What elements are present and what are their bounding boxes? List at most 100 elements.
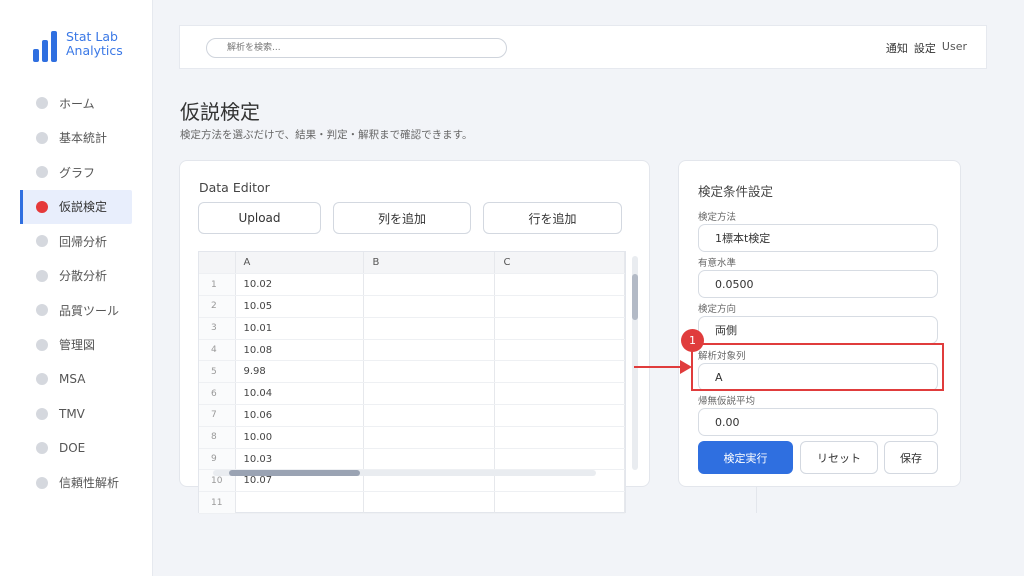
sidebar-item-label: 品質ツール: [59, 303, 120, 318]
null-mean-input[interactable]: 0.00: [698, 408, 938, 436]
sidebar-item-label: TMV: [59, 406, 85, 421]
nav-dot-icon: [36, 476, 48, 489]
cell-a[interactable]: 9.98: [235, 360, 364, 384]
divider: [756, 487, 757, 513]
table-row: 11: [199, 491, 625, 515]
column-header-b[interactable]: B: [363, 252, 495, 275]
row-number: 9: [199, 448, 236, 471]
cell-a[interactable]: 10.08: [235, 339, 364, 362]
sidebar-item-label: 仮説検定: [59, 200, 108, 215]
upload-button[interactable]: Upload: [198, 202, 321, 234]
page-subtitle: 検定方法を選ぶだけで、結果・判定・解釈まで確認できます。: [180, 129, 473, 141]
sidebar-item[interactable]: DOE: [0, 431, 153, 466]
horizontal-scroll-thumb[interactable]: [229, 470, 360, 476]
nav-dot-icon: [36, 338, 48, 351]
row-number: 6: [199, 382, 236, 406]
cell-b[interactable]: [363, 382, 495, 406]
grid-header-row: A B C: [199, 252, 625, 275]
alpha-input[interactable]: 0.0500: [698, 270, 938, 298]
cell-b[interactable]: [363, 404, 495, 427]
cell-a[interactable]: 10.06: [235, 404, 364, 427]
table-row: 3 10.01: [199, 317, 625, 340]
cell-a[interactable]: [235, 491, 364, 515]
row-number: 5: [199, 360, 236, 384]
search-input[interactable]: [206, 38, 507, 58]
user-menu[interactable]: User: [942, 40, 967, 56]
cell-b[interactable]: [363, 273, 495, 297]
cell-c[interactable]: [494, 382, 625, 406]
sidebar-item-label: グラフ: [59, 165, 96, 180]
cell-c[interactable]: [494, 317, 625, 340]
direction-label: 検定方向: [698, 304, 737, 315]
cell-c[interactable]: [494, 491, 625, 515]
notifications-link[interactable]: 通知: [886, 40, 908, 56]
save-button[interactable]: 保存: [884, 441, 938, 474]
cell-c[interactable]: [494, 339, 625, 362]
sidebar-item[interactable]: 信頼性解析: [0, 466, 153, 501]
cell-b[interactable]: [363, 360, 495, 384]
cell-b[interactable]: [363, 426, 495, 449]
sidebar-item[interactable]: 基本統計: [0, 121, 153, 156]
sidebar-nav: ホーム基本統計グラフ仮説検定回帰分析分散分析品質ツール管理図 MSA TMV DOE 信…: [0, 86, 153, 500]
highlight-box: [691, 343, 944, 391]
data-editor-title: Data Editor: [199, 180, 270, 195]
app-name: Stat Lab Analytics: [66, 29, 123, 58]
nav-dot-icon: [36, 304, 48, 317]
sidebar-item[interactable]: 管理図: [0, 328, 153, 363]
cell-b[interactable]: [363, 295, 495, 318]
row-number: 3: [199, 317, 236, 340]
cell-b[interactable]: [363, 448, 495, 471]
cell-a[interactable]: 10.01: [235, 317, 364, 340]
table-row: 4 10.08: [199, 339, 625, 362]
add-row-button[interactable]: 行を追加: [483, 202, 622, 234]
cell-b[interactable]: [363, 339, 495, 362]
table-row: 6 10.04: [199, 382, 625, 406]
nav-dot-icon: [36, 131, 48, 144]
nav-dot-icon: [36, 407, 48, 420]
method-label: 検定方法: [698, 212, 737, 223]
sidebar-item[interactable]: 品質ツール: [0, 293, 153, 328]
cell-b[interactable]: [363, 491, 495, 515]
nav-dot-icon: [36, 269, 48, 282]
vertical-scroll-thumb[interactable]: [632, 274, 638, 320]
sidebar: Stat Lab Analytics ホーム基本統計グラフ仮説検定回帰分析分散分…: [0, 0, 153, 576]
cell-c[interactable]: [494, 448, 625, 471]
top-links: 通知 設定 User: [886, 40, 967, 56]
cell-c[interactable]: [494, 273, 625, 297]
nav-dot-icon: [36, 442, 48, 455]
method-select[interactable]: 1標本t検定: [698, 224, 938, 252]
cell-a[interactable]: 10.04: [235, 382, 364, 406]
brand[interactable]: Stat Lab Analytics: [33, 30, 152, 62]
sidebar-item[interactable]: MSA: [0, 362, 153, 397]
grid-horizontal-scrollbar[interactable]: [213, 470, 596, 476]
step-badge: 1: [681, 329, 704, 352]
cell-a[interactable]: 10.03: [235, 448, 364, 471]
sidebar-item-label: 回帰分析: [59, 234, 108, 249]
cell-a[interactable]: 10.05: [235, 295, 364, 318]
cell-c[interactable]: [494, 295, 625, 318]
sidebar-item[interactable]: グラフ: [0, 155, 153, 190]
cell-a[interactable]: 10.02: [235, 273, 364, 297]
sidebar-item-label: 基本統計: [59, 131, 108, 146]
sidebar-item[interactable]: 仮説検定: [20, 189, 132, 224]
row-number: 2: [199, 295, 236, 318]
reset-button[interactable]: リセット: [800, 441, 878, 474]
cell-b[interactable]: [363, 317, 495, 340]
sidebar-item[interactable]: TMV: [0, 397, 153, 432]
nav-dot-icon: [36, 97, 48, 110]
settings-link[interactable]: 設定: [914, 40, 936, 56]
cell-c[interactable]: [494, 404, 625, 427]
sidebar-item-label: MSA: [59, 372, 86, 387]
cell-a[interactable]: 10.00: [235, 426, 364, 449]
direction-select[interactable]: 両側: [698, 316, 938, 344]
sidebar-item[interactable]: 回帰分析: [0, 224, 153, 259]
sidebar-item-label: 管理図: [59, 338, 96, 353]
column-header-c[interactable]: C: [494, 252, 625, 275]
column-header-a[interactable]: A: [235, 252, 364, 275]
sidebar-item[interactable]: 分散分析: [0, 259, 153, 294]
sidebar-item[interactable]: ホーム: [0, 86, 153, 121]
cell-c[interactable]: [494, 426, 625, 449]
run-test-button[interactable]: 検定実行: [698, 441, 793, 474]
cell-c[interactable]: [494, 360, 625, 384]
add-column-button[interactable]: 列を追加: [333, 202, 471, 234]
